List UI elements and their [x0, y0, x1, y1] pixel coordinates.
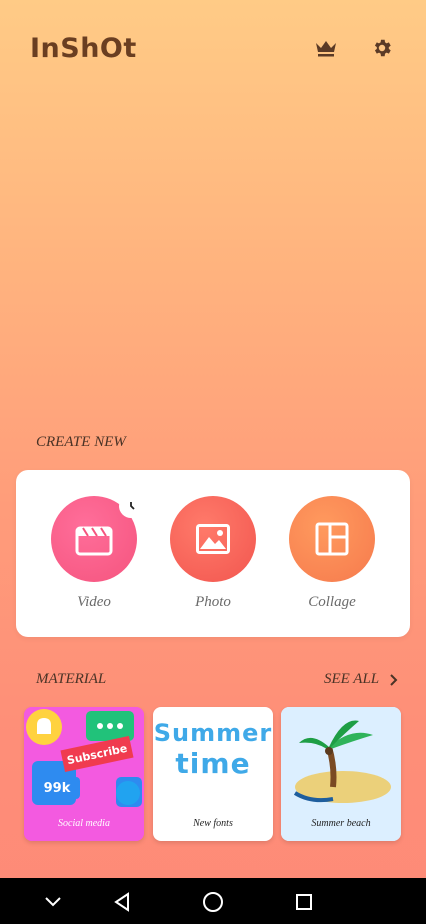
- create-photo-button[interactable]: Photo: [158, 496, 268, 616]
- create-new-card: Video Photo Collage: [16, 470, 410, 637]
- collage-layout-icon: [315, 522, 349, 556]
- app-header: InShOt: [0, 0, 426, 100]
- app-logo: InShOt: [30, 33, 137, 64]
- count-badge: 99k: [34, 777, 80, 799]
- system-nav-bar: [0, 878, 426, 924]
- home-circle-icon[interactable]: [199, 888, 227, 916]
- chevron-right-icon: [390, 673, 398, 686]
- material-heading: MATERIAL: [36, 671, 107, 687]
- see-all-label: SEE ALL: [324, 671, 380, 687]
- collage-circle: [289, 496, 375, 582]
- create-new-heading: CREATE NEW: [36, 434, 126, 450]
- chevron-down-icon[interactable]: [39, 888, 67, 916]
- photo-label: Photo: [195, 594, 231, 610]
- image-icon: [196, 524, 230, 554]
- material-summer-beach[interactable]: Summer beach: [281, 707, 401, 841]
- material-list: Subscribe 99k Social media Summer time N…: [24, 707, 402, 841]
- summer-time-artwork: Summer time: [153, 719, 273, 780]
- video-label: Video: [77, 594, 111, 610]
- collage-label: Collage: [308, 594, 356, 610]
- summer-beach-label: Summer beach: [311, 818, 371, 829]
- material-new-fonts[interactable]: Summer time New fonts: [153, 707, 273, 841]
- crown-icon[interactable]: [314, 36, 338, 60]
- material-social-media[interactable]: Subscribe 99k Social media: [24, 707, 144, 841]
- back-triangle-icon[interactable]: [108, 888, 136, 916]
- art-line2: time: [175, 747, 251, 780]
- recents-square-icon[interactable]: [290, 888, 318, 916]
- create-video-button[interactable]: Video: [39, 494, 149, 616]
- clock-badge-icon: [119, 494, 143, 518]
- create-collage-button[interactable]: Collage: [277, 496, 387, 616]
- photo-circle: [170, 496, 256, 582]
- art-line1: Summer: [153, 719, 273, 747]
- video-circle: [51, 494, 143, 582]
- gear-icon[interactable]: [370, 36, 394, 60]
- social-media-label: Social media: [58, 818, 110, 829]
- count-text: 99k: [43, 780, 71, 796]
- see-all-link[interactable]: SEE ALL: [324, 671, 401, 688]
- new-fonts-label: New fonts: [193, 818, 233, 829]
- video-clapper-icon: [75, 526, 113, 556]
